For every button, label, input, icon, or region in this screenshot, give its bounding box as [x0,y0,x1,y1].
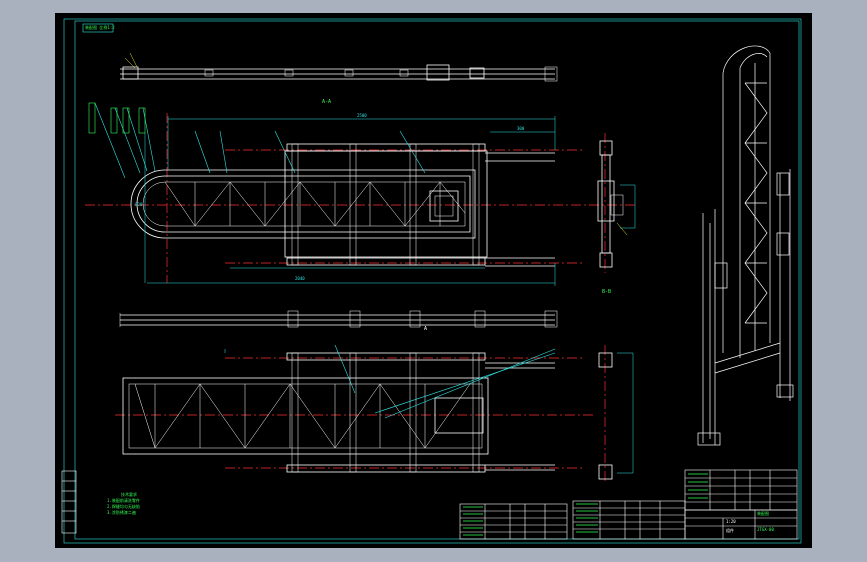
title-block-scale: 1:20 [726,519,736,524]
tech-requirement-1: 1.装配前清洗零件 [107,498,140,503]
dim-right: 300 [517,126,525,131]
section-a-a [597,133,636,273]
parts-table-green-rows [463,473,708,536]
lower-plan-view [115,344,595,473]
item-number-stack [88,102,146,134]
title-block-name: 装配图 [757,511,769,516]
section-b-label: B-B [602,289,612,295]
isometric-view [697,45,794,446]
top-side-view [120,52,558,82]
inner-border [74,20,800,540]
parts-table-1 [459,503,568,540]
main-plan-view [85,102,635,286]
tech-requirement-2: 2.焊缝均匀无缺陷 [107,504,140,509]
drawing-sheet: .w{stroke:#ffffff;fill:none;stroke-width… [55,13,812,548]
tech-requirements: 技术要求 1.装配前清洗零件 2.焊缝均匀无缺陷 3.涂防锈漆二遍 [107,493,140,515]
outer-border [63,18,802,544]
title-block [684,509,798,540]
tech-requirement-3: 3.涂防锈漆二遍 [107,510,136,515]
parts-table-2 [572,500,686,540]
view-letter: A [424,326,428,332]
cad-drawing: .w{stroke:#ffffff;fill:none;stroke-width… [61,18,802,544]
dim-bottom: 2040 [295,276,305,281]
section-a-label: A-A [322,99,332,105]
middle-side-view [119,310,558,328]
leader-lines [94,102,426,179]
dim-top: 2500 [357,113,367,118]
section-b-b [598,345,634,483]
sheet-tag: 装配图 比例1:2 [85,25,115,30]
dim-left: 820 [135,202,143,207]
title-block-drawing-no: JTGX-00 [757,527,774,532]
tech-requirements-title: 技术要求 [121,492,137,497]
title-block-material: 组件 [726,528,734,533]
